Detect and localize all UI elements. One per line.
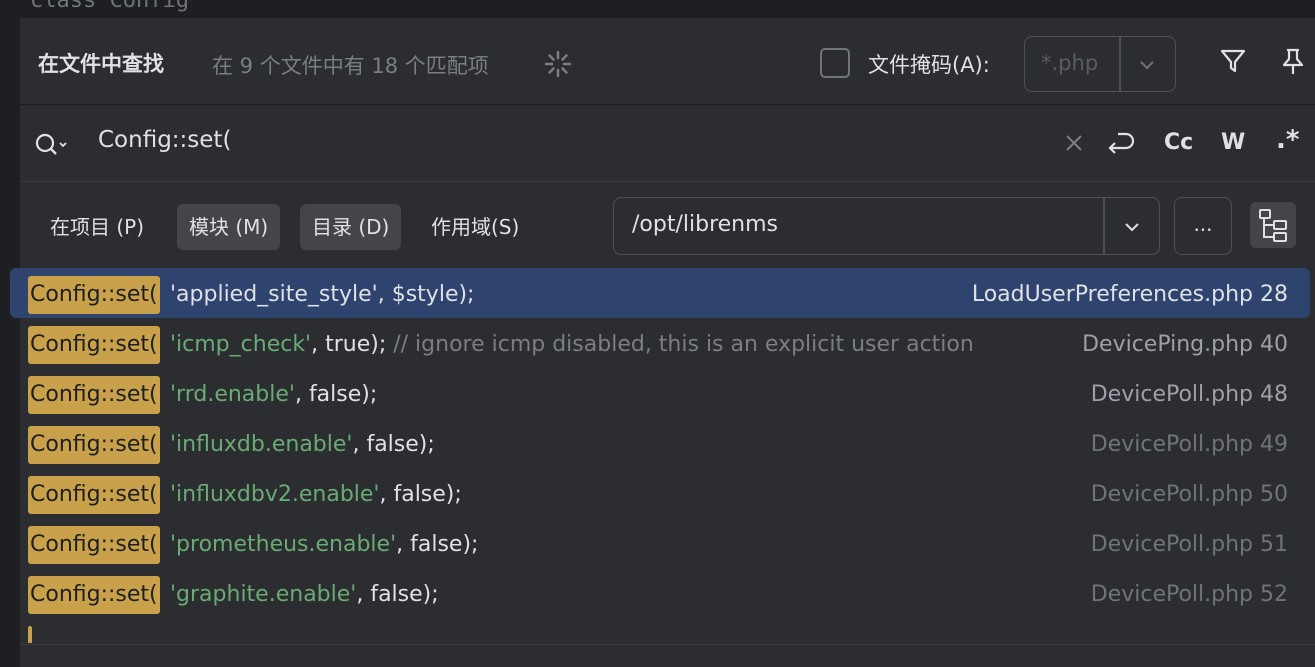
whole-words-button[interactable]: W — [1221, 130, 1245, 155]
result-code: 'rrd.enable', false); — [170, 376, 377, 414]
string-literal: 'icmp_check' — [170, 332, 312, 357]
result-row[interactable]: Config::set( 'prometheus.enable', false);… — [10, 518, 1310, 568]
panel-header: 在文件中查找 在 9 个文件中有 18 个匹配项 文件掩码(A): *.php — [20, 18, 1315, 104]
result-code: 'icmp_check', true); // ignore icmp disa… — [170, 326, 974, 364]
match-highlight: Config::set( — [28, 476, 160, 514]
directory-combo[interactable]: /opt/librenms — [613, 197, 1160, 255]
string-literal: 'rrd.enable' — [170, 382, 295, 407]
tree-structure-icon — [1259, 209, 1287, 242]
combo-divider — [1119, 37, 1121, 91]
string-literal: 'graphite.enable' — [170, 582, 357, 607]
file-location: DevicePoll.php 48 — [1090, 382, 1288, 407]
file-mask-input[interactable]: *.php — [1041, 51, 1098, 75]
code-rest: , $style); — [377, 282, 475, 307]
search-history-icon[interactable] — [34, 131, 74, 159]
match-highlight — [28, 626, 32, 643]
result-code: 'graphite.enable', false); — [170, 576, 439, 614]
results-list[interactable]: Config::set( 'applied_site_style', $style… — [10, 268, 1315, 643]
match-highlight: Config::set( — [28, 576, 160, 614]
find-in-files-panel: 在文件中查找 在 9 个文件中有 18 个匹配项 文件掩码(A): *.php — [10, 18, 1315, 667]
file-location: LoadUserPreferences.php 28 — [971, 282, 1288, 307]
match-highlight: Config::set( — [28, 376, 160, 414]
string-literal: 'prometheus.enable' — [170, 532, 397, 557]
footer-divider — [20, 644, 1315, 645]
panel-title: 在文件中查找 — [38, 52, 164, 76]
result-row[interactable]: Config::set( 'rrd.enable', false); DeviceP… — [10, 368, 1310, 418]
pin-icon[interactable] — [1278, 46, 1308, 76]
combo-divider — [1103, 198, 1105, 254]
match-highlight: Config::set( — [28, 426, 160, 464]
scope-module-tab[interactable]: 模块 (M) — [177, 204, 281, 250]
result-code: 'influxdb.enable', false); — [170, 426, 435, 464]
result-row[interactable]: Config::set( 'influxdbv2.enable', false);… — [10, 468, 1310, 518]
result-row-partial[interactable] — [10, 618, 1310, 643]
file-location: DevicePing.php 40 — [1082, 332, 1288, 357]
result-row[interactable]: Config::set( 'influxdb.enable', false); De… — [10, 418, 1310, 468]
directory-path-input[interactable]: /opt/librenms — [632, 212, 778, 237]
code-rest: , false); — [294, 382, 378, 407]
new-line-icon[interactable] — [1104, 129, 1136, 157]
scope-project-tab[interactable]: 在项目 (P) — [38, 204, 156, 250]
match-summary: 在 9 个文件中有 18 个匹配项 — [212, 54, 489, 78]
code-comment: // ignore icmp disabled, this is an expl… — [393, 332, 974, 357]
scope-row: 在项目 (P) 模块 (M) 目录 (D) 作用域(S) /opt/libren… — [20, 182, 1315, 268]
filter-icon[interactable] — [1218, 46, 1248, 76]
string-literal: 'influxdbv2.enable' — [170, 482, 380, 507]
result-row[interactable]: Config::set( 'applied_site_style', $style… — [10, 268, 1310, 318]
file-location: DevicePoll.php 50 — [1090, 482, 1288, 507]
search-row: Config::set( Cc W .* — [20, 105, 1315, 181]
code-rest: , true); — [311, 332, 394, 357]
chevron-down-icon[interactable] — [1122, 217, 1142, 237]
regex-button[interactable]: .* — [1276, 125, 1299, 155]
code-rest: , false); — [379, 482, 462, 507]
string-literal: 'influxdb.enable' — [170, 432, 353, 457]
match-highlight: Config::set( — [28, 326, 160, 364]
editor-code-peek: class Config — [30, 0, 189, 13]
result-row[interactable]: Config::set( 'icmp_check', true); // igno… — [10, 318, 1310, 368]
code-rest: , false); — [396, 532, 479, 557]
match-highlight: Config::set( — [28, 276, 160, 314]
code-rest: , false); — [356, 582, 439, 607]
scope-scope-tab[interactable]: 作用域(S) — [419, 204, 531, 250]
file-mask-label: 文件掩码(A): — [868, 53, 990, 77]
search-input[interactable]: Config::set( — [98, 127, 231, 153]
editor-background: class Config — [0, 0, 1315, 18]
match-highlight: Config::set( — [28, 526, 160, 564]
clear-icon[interactable] — [1064, 133, 1084, 153]
recursive-toggle[interactable] — [1250, 202, 1296, 248]
chevron-down-icon[interactable] — [1137, 55, 1157, 75]
result-code: 'applied_site_style', $style); — [170, 276, 474, 314]
file-location: DevicePoll.php 52 — [1090, 582, 1288, 607]
string-literal: 'applied_site_style' — [170, 282, 378, 307]
result-row[interactable]: Config::set( 'graphite.enable', false); De… — [10, 568, 1310, 618]
file-mask-combo[interactable]: *.php — [1024, 36, 1176, 92]
match-case-button[interactable]: Cc — [1164, 130, 1193, 155]
code-rest: , false); — [352, 432, 435, 457]
scope-directory-tab[interactable]: 目录 (D) — [300, 204, 402, 250]
result-code: 'prometheus.enable', false); — [170, 526, 478, 564]
file-mask-checkbox[interactable] — [820, 48, 850, 78]
browse-button[interactable]: ... — [1174, 197, 1232, 255]
file-location: DevicePoll.php 51 — [1090, 532, 1288, 557]
file-location: DevicePoll.php 49 — [1090, 432, 1288, 457]
loading-spinner-icon — [544, 50, 572, 78]
result-code: 'influxdbv2.enable', false); — [170, 476, 462, 514]
